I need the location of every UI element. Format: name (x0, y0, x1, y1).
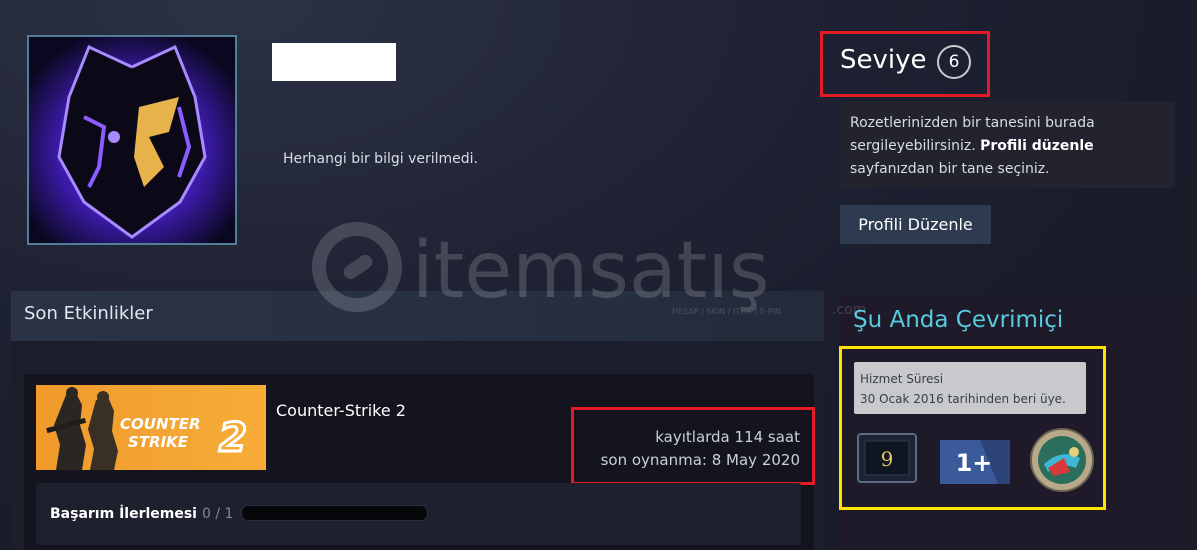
watermark-tld: .com (832, 302, 866, 318)
years-of-service-badge-icon[interactable]: 9 (857, 433, 917, 483)
capsule-title-line1: COUNTER (120, 415, 201, 433)
featured-badge-info: Rozetlerinizden bir tanesini burada serg… (840, 101, 1175, 188)
cs2-capsule-icon: COUNTER STRIKE 2 (46, 387, 248, 470)
watermark-brand: itemsatış (412, 226, 770, 316)
game-badge-icon[interactable] (1030, 428, 1094, 492)
recent-activity-title[interactable]: Son Etkinlikler (24, 303, 153, 324)
level-label: Seviye (840, 45, 927, 75)
one-plus-label: 1+ (956, 449, 993, 477)
wolf-avatar-icon (29, 37, 235, 243)
level-badge[interactable]: 6 (937, 45, 971, 79)
service-title: Hizmet Süresi (860, 372, 944, 386)
profile-avatar[interactable] (27, 35, 237, 245)
achievement-progress-label[interactable]: Başarım İlerlemesi (50, 506, 197, 522)
game-last-played: son oynanma: 8 May 2020 (600, 451, 800, 469)
capsule-title-line2: STRIKE (128, 433, 189, 451)
hours-highlight-box (571, 407, 815, 485)
one-plus-badge-icon[interactable]: 1+ (940, 438, 1010, 486)
profile-name-redacted (272, 43, 396, 81)
game-capsule-image[interactable]: COUNTER STRIKE 2 (36, 385, 266, 470)
game-name[interactable]: Counter-Strike 2 (276, 401, 406, 420)
achievement-count: 0 / 1 (202, 506, 234, 522)
service-years-label: 9 (881, 447, 894, 471)
watermark-tagline: HESAP / SKIN / ITEM / E-PIN (672, 307, 781, 316)
profile-summary: Herhangi bir bilgi verilmedi. (283, 151, 478, 167)
years-of-service-tooltip: Hizmet Süresi 30 Ocak 2016 tarihinden be… (854, 362, 1086, 414)
capsule-title-number: 2 (219, 415, 247, 461)
service-text: 30 Ocak 2016 tarihinden beri üye. (860, 392, 1066, 406)
itemsatis-logo-icon: itemsatış .com HESAP / SKIN / ITEM / E-P… (312, 222, 866, 318)
achievement-progress-bar (241, 505, 428, 521)
itemsatis-watermark: itemsatış .com HESAP / SKIN / ITEM / E-P… (312, 222, 882, 322)
online-status: Şu Anda Çevrimiçi (853, 307, 1064, 333)
game-hours: kayıtlarda 114 saat (655, 428, 800, 446)
badge-info-text-end: sayfanızdan bir tane seçiniz. (850, 161, 1050, 177)
edit-profile-link[interactable]: Profili düzenle (980, 138, 1094, 154)
